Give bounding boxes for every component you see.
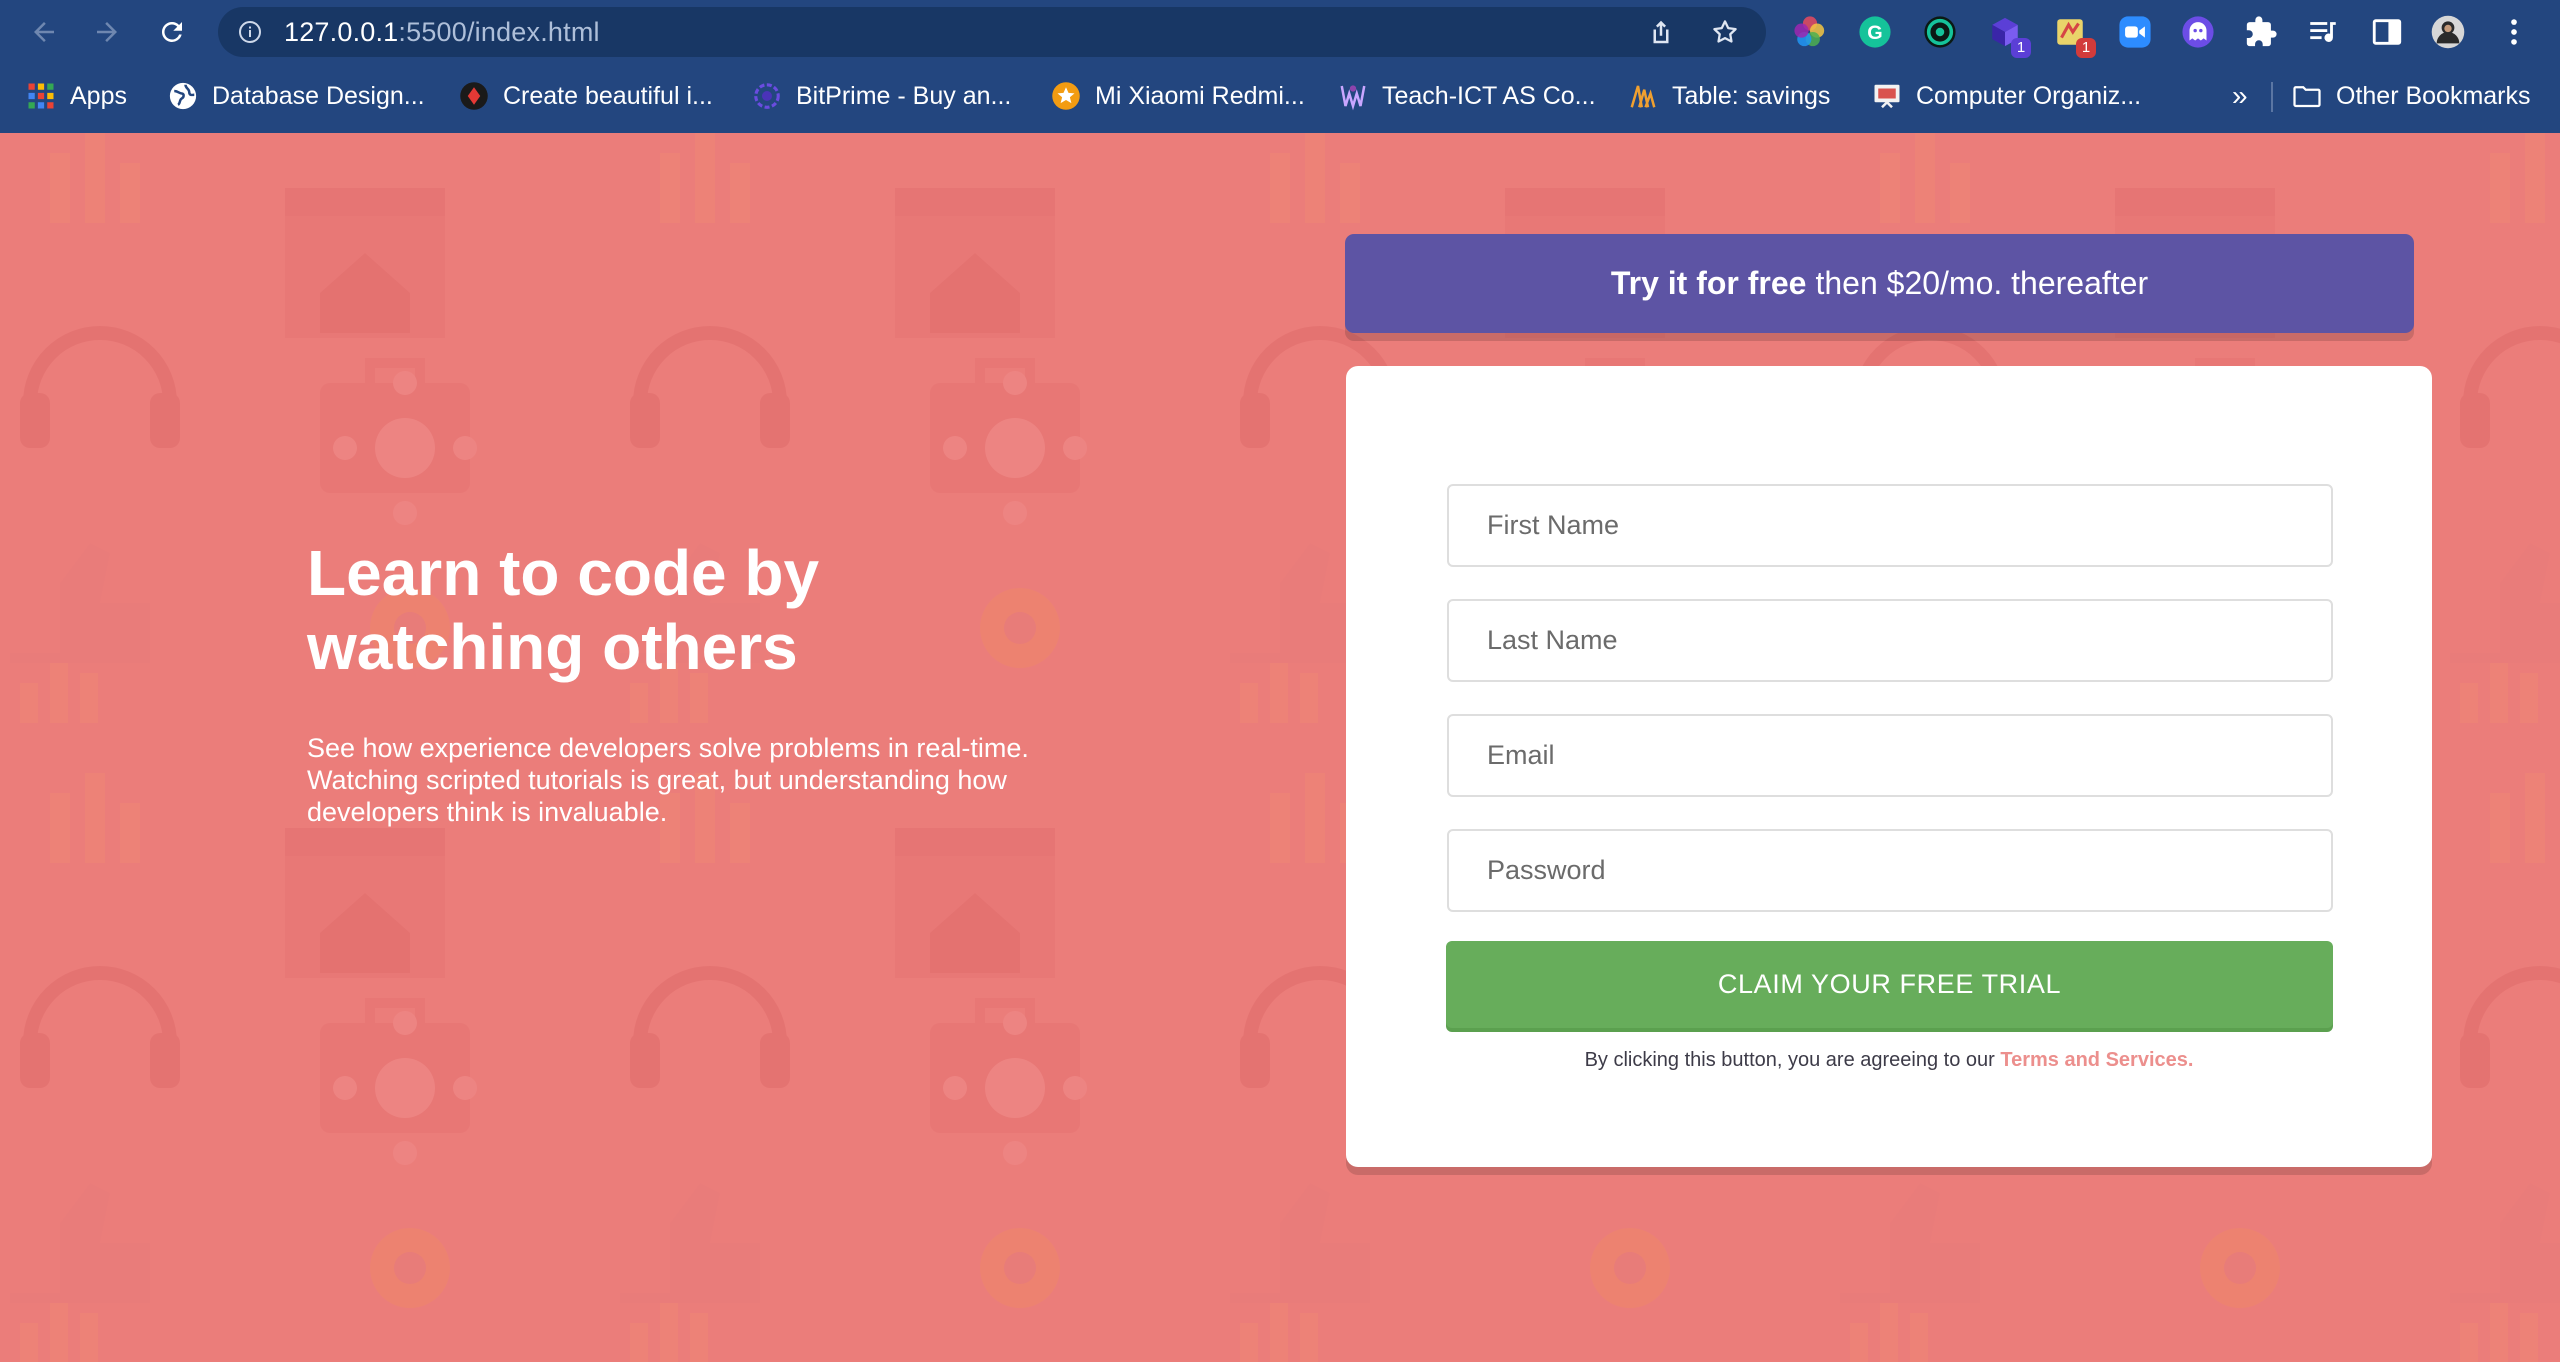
media-queue-icon[interactable] (2305, 14, 2341, 50)
hero-description: See how experience developers solve prob… (307, 733, 1029, 827)
grammarly-go-extension-icon[interactable] (1922, 14, 1958, 50)
carbon-icon (460, 82, 488, 110)
svg-text:G: G (1867, 22, 1882, 44)
signup-form: CLAIM YOUR FREE TRIAL By clicking this b… (1346, 366, 2432, 1167)
bookmark-label: Teach-ICT AS Co... (1382, 81, 1596, 110)
bitprime-icon (754, 83, 780, 109)
star-badge-icon (1052, 82, 1080, 110)
bookmark-label: Apps (70, 81, 127, 110)
bookmark-other-bookmarks[interactable]: Other Bookmarks (2292, 78, 2531, 114)
bookmark-database-design[interactable]: Database Design... (168, 78, 425, 114)
info-icon[interactable] (238, 20, 262, 44)
ghost-extension-icon[interactable] (2180, 14, 2216, 50)
terms-prefix: By clicking this button, you are agreein… (1584, 1049, 1995, 1071)
bookmark-label: BitPrime - Buy an... (796, 81, 1012, 110)
apps-grid-icon (28, 83, 54, 109)
browser-chrome: 127.0.0.1:5500/index.html G 1 1 Apps Dat… (0, 0, 2560, 133)
trial-banner-price: then $20/mo. thereafter (1815, 265, 2149, 301)
stacked-cubes-extension-icon[interactable]: 1 (1987, 14, 2031, 58)
kebab-menu-icon[interactable] (2496, 14, 2532, 50)
globe-icon (169, 82, 197, 110)
bookmark-star-icon[interactable] (1710, 17, 1740, 47)
reload-button[interactable] (152, 12, 192, 52)
bookmark-bitprime[interactable]: BitPrime - Buy an... (752, 78, 1011, 114)
bookmark-label: Computer Organiz... (1916, 81, 2142, 110)
bookmark-apps[interactable]: Apps (26, 78, 127, 114)
browser-toolbar: 127.0.0.1:5500/index.html G 1 1 (0, 0, 2560, 64)
email-input[interactable] (1447, 714, 2333, 797)
bookmarks-overflow-chevron[interactable]: » (2232, 80, 2248, 112)
share-icon[interactable] (1646, 17, 1676, 47)
bookmark-label: Create beautiful i... (503, 81, 713, 110)
url-path: :5500/index.html (398, 17, 600, 47)
address-bar[interactable]: 127.0.0.1:5500/index.html (218, 7, 1766, 57)
bookmark-create-beautiful[interactable]: Create beautiful i... (459, 78, 713, 114)
color-wheel-extension-icon[interactable] (1792, 14, 1828, 50)
bookmark-label: Database Design... (212, 81, 425, 110)
forward-icon (97, 22, 117, 42)
url-text[interactable]: 127.0.0.1:5500/index.html (284, 17, 600, 48)
profile-avatar[interactable] (2430, 14, 2466, 50)
hero-heading: Learn to code by watching others (307, 537, 820, 683)
last-name-input[interactable] (1447, 599, 2333, 682)
first-name-input[interactable] (1447, 484, 2333, 567)
url-host: 127.0.0.1 (284, 17, 399, 47)
page-viewport: Learn to code by watching others See how… (0, 133, 2560, 1362)
teach-ict-icon (1340, 85, 1366, 111)
trial-banner: Try it for free then $20/mo. thereafter (1345, 234, 2414, 333)
password-input[interactable] (1447, 829, 2333, 912)
claim-free-trial-button[interactable]: CLAIM YOUR FREE TRIAL (1446, 941, 2333, 1028)
bookmarks-bar: Apps Database Design... Create beautiful… (0, 72, 2560, 120)
side-panel-icon[interactable] (2369, 14, 2405, 50)
notes-extension-icon[interactable]: 1 (2052, 14, 2096, 58)
extension-badge: 1 (2076, 38, 2096, 58)
bookmark-teach-ict[interactable]: Teach-ICT AS Co... (1338, 78, 1596, 114)
terms-notice: By clicking this button, you are agreein… (1346, 1049, 2432, 1072)
terms-link[interactable]: Terms and Services. (2000, 1049, 2193, 1071)
back-icon (34, 22, 54, 42)
grammarly-extension-icon[interactable]: G (1857, 14, 1893, 50)
bookmark-label: Table: savings (1672, 81, 1831, 110)
folder-icon (2293, 86, 2321, 108)
back-button[interactable] (24, 12, 64, 52)
bookmark-table-savings[interactable]: Table: savings (1628, 78, 1830, 114)
table-icon (1630, 85, 1656, 108)
bookmark-computer-organiz[interactable]: Computer Organiz... (1872, 78, 2141, 114)
puzzle-extensions-icon[interactable] (2243, 14, 2279, 50)
extension-badge: 1 (2011, 38, 2031, 58)
presentation-icon (1874, 84, 1900, 109)
forward-button[interactable] (87, 12, 127, 52)
reload-icon (161, 21, 182, 42)
bookmark-label: Mi Xiaomi Redmi... (1095, 81, 1305, 110)
bookmarks-divider (2271, 82, 2273, 112)
hero-section: Learn to code by watching others See how… (307, 536, 1097, 828)
bookmark-mi-xiaomi[interactable]: Mi Xiaomi Redmi... (1051, 78, 1305, 114)
trial-banner-bold: Try it for free (1610, 265, 1807, 301)
bookmark-label: Other Bookmarks (2336, 81, 2531, 110)
zoom-extension-icon[interactable] (2117, 14, 2153, 50)
